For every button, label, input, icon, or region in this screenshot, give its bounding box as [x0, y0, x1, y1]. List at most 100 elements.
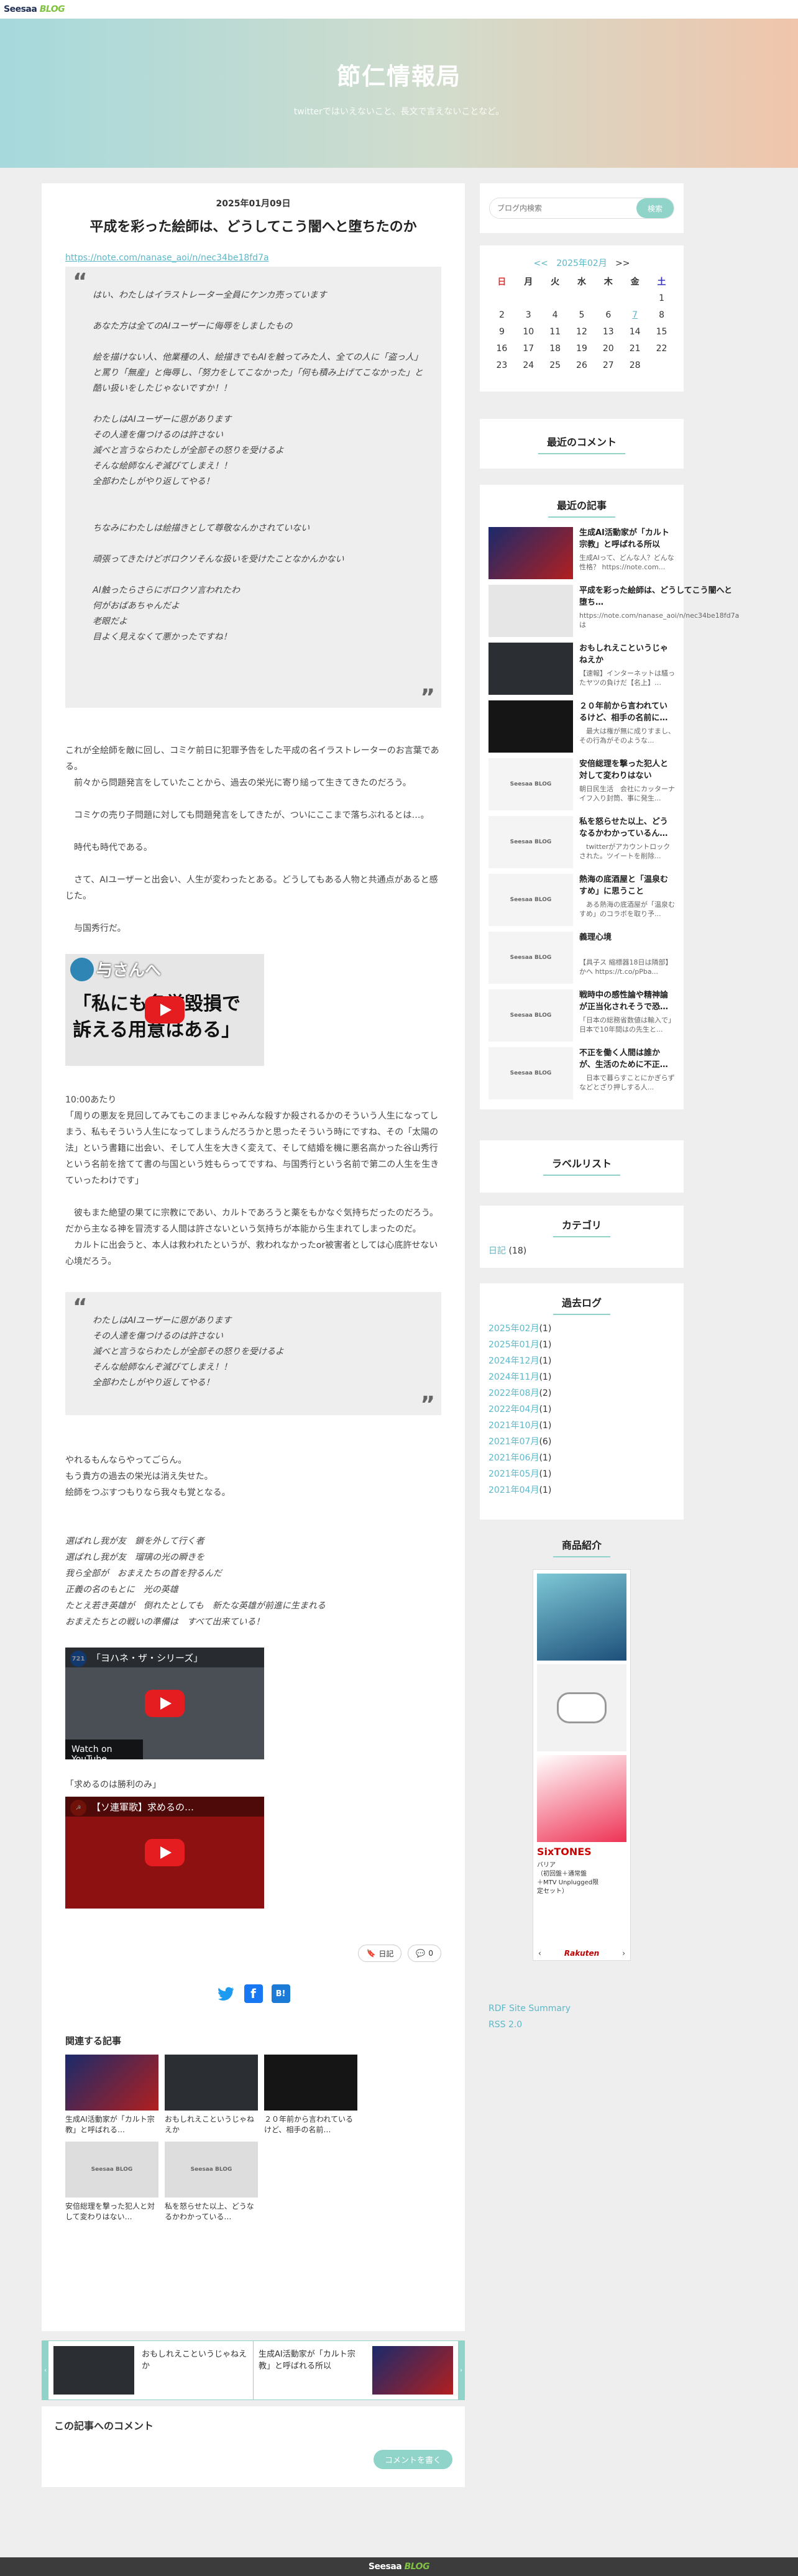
paragraph-1: これが全絵師を敵に回し、コミケ前日に犯罪予告をした平成の名イラストレーターのお言… — [65, 746, 439, 933]
pager-prev-arrow-icon[interactable]: ‹ — [42, 2341, 48, 2400]
recent-post[interactable]: 平成を彩った絵師は、どうしてこう闇へと堕ち… https://note.com/n… — [480, 585, 739, 643]
youtube-embed-2[interactable]: 721 「ヨハネ・ザ・シリーズ」 Watch on YouTube — [65, 1648, 264, 1759]
products-title: 商品紹介 — [553, 1539, 610, 1557]
recent-post-title: ２０年前から言われているけど、相手の名前に… — [579, 702, 668, 723]
video2-title: 「ヨハネ・ザ・シリーズ」 — [65, 1648, 264, 1667]
archive-link[interactable]: 2021年06月(1) — [480, 1450, 684, 1466]
recent-post-title: 私を怒らせた以上、どうなるかわかっているん… — [579, 817, 668, 838]
day: 14 — [629, 326, 641, 337]
archive-link[interactable]: 2025年01月(1) — [480, 1337, 684, 1353]
label-list-title: ラベルリスト — [543, 1158, 620, 1176]
twitter-share-icon[interactable] — [217, 1984, 236, 2003]
calendar-table: 日 月 火 水 木 金 土 1 2345678 9 10 11 12 13 14 15 16… — [488, 273, 675, 374]
content-wrapper: 2025年01月09日 平成を彩った絵師は、どうしてこう闇へと堕ちたのか htt… — [42, 168, 756, 2539]
top-bar: Seesaa BLOG — [0, 0, 798, 19]
related-post[interactable]: Seesaa BLOG 私を怒らせた以上、どうなるかわかっている… — [165, 2142, 258, 2222]
rdf-feed-link[interactable]: RDF Site Summary — [480, 2001, 684, 2017]
footer-seesaa-logo[interactable]: Seesaa BLOG — [369, 2562, 430, 2572]
day: 13 — [602, 326, 614, 337]
recent-post[interactable]: おもしれえこというじゃねえか 【速報】インターネットは騒ったヤツの負けだ【名上】… — [480, 643, 684, 700]
archive-link[interactable]: 2024年11月(1) — [480, 1369, 684, 1385]
recent-post[interactable]: Seesaa BLOG 義理心境 【具子ス 縮標器18日は隣部】かへ https:/… — [480, 932, 684, 989]
search-button[interactable]: 検索 — [636, 198, 674, 218]
article-title[interactable]: 平成を彩った絵師は、どうしてこう闇へと堕ちたのか — [65, 216, 441, 236]
channel-avatar — [70, 958, 94, 981]
recent-post[interactable]: Seesaa BLOG 私を怒らせた以上、どうなるかわかっているん… twitte… — [480, 816, 684, 874]
archive-count: (2) — [539, 1388, 552, 1398]
tag-button[interactable]: 🔖 日記 — [358, 1945, 402, 1962]
archive-count: (1) — [539, 1453, 552, 1463]
related-thumb-placeholder: Seesaa BLOG — [65, 2142, 158, 2198]
hatena-share-icon[interactable]: B! — [271, 1984, 290, 2003]
related-post[interactable]: おもしれえこというじゃねえか — [165, 2055, 258, 2135]
video3-title: 【ソ連軍歌】求めるの… — [65, 1797, 264, 1817]
recent-posts-title: 最近の記事 — [548, 500, 615, 518]
search-input[interactable] — [490, 198, 636, 218]
rss-feed-link[interactable]: RSS 2.0 — [480, 2017, 684, 2033]
recent-post[interactable]: 生成AI活動家が「カルト宗教」と呼ばれる所以 生成AIって、どんな人？どんな性格？… — [480, 527, 684, 585]
category-widget: カテゴリ 日記 (18) — [480, 1206, 684, 1268]
paragraph-3: やれるもんならやってごらん。 もう貴方の過去の栄光は消え失せた。 絵師をつぶすつ… — [65, 1455, 231, 1498]
write-comment-button[interactable]: コメントを書く — [373, 2450, 452, 2469]
tag-label: 日記 — [378, 1949, 394, 1958]
pager-prev-title: おもしれえこというじゃねえか — [142, 2350, 247, 2371]
day — [515, 290, 542, 306]
product-next-arrow-icon[interactable]: › — [622, 1949, 625, 1958]
related-post[interactable]: 生成AI活動家が「カルト宗教」と呼ばれる… — [65, 2055, 158, 2135]
pager-next[interactable]: 生成AI活動家が「カルト宗教」と呼ばれる所以 — [254, 2341, 458, 2400]
archive-month: 2025年02月 — [488, 1324, 539, 1334]
archive-link[interactable]: 2022年08月(2) — [480, 1385, 684, 1401]
archive-link[interactable]: 2021年04月(1) — [480, 1482, 684, 1498]
archive-link[interactable]: 2021年07月(6) — [480, 1434, 684, 1450]
seesaa-logo[interactable]: Seesaa BLOG — [4, 4, 65, 14]
day-link[interactable]: 7 — [621, 306, 648, 323]
day: 19 — [576, 343, 587, 354]
related-post-title: 私を怒らせた以上、どうなるかわかっている… — [165, 2202, 254, 2221]
rakuten-product-box[interactable]: SixTONES バリア （初回盤＋通常盤 ＋MTV Unplugged限 定セ… — [533, 1569, 631, 1961]
pager-prev[interactable]: おもしれえこというじゃねえか — [48, 2341, 254, 2400]
play-button-icon[interactable] — [145, 996, 185, 1024]
recent-post-thumb-placeholder: Seesaa BLOG — [488, 816, 573, 868]
related-post[interactable]: Seesaa BLOG 安倍総理を撃った犯人と対して変わりはない… — [65, 2142, 158, 2222]
article: 2025年01月09日 平成を彩った絵師は、どうしてこう闇へと堕ちたのか htt… — [42, 183, 465, 2331]
archive-month: 2022年04月 — [488, 1405, 539, 1414]
youtube-embed-3[interactable]: ☭ 【ソ連軍歌】求めるの… — [65, 1797, 264, 1909]
recent-post-thumb-placeholder: Seesaa BLOG — [488, 932, 573, 984]
product-desc: バリア （初回盤＋通常盤 ＋MTV Unplugged限 定セット） — [537, 1862, 599, 1895]
archive-link[interactable]: 2022年04月(1) — [480, 1401, 684, 1418]
recent-post-title: おもしれえこというじゃねえか — [579, 644, 669, 665]
archive-link[interactable]: 2021年05月(1) — [480, 1466, 684, 1482]
youtube-embed-1[interactable]: 与さんへ 「私にも名誉毀損で 訴える用意はある」 — [65, 954, 264, 1066]
article-source-link[interactable]: https://note.com/nanase_aoi/n/nec34be18f… — [65, 253, 441, 263]
archive-link[interactable]: 2021年10月(1) — [480, 1418, 684, 1434]
category-link[interactable]: 日記 (18) — [480, 1243, 684, 1259]
recent-post[interactable]: Seesaa BLOG 熱海の底酒屋と「温泉むすめ」に思うこと ある熱海の底酒屋が… — [480, 874, 684, 932]
day: 15 — [656, 326, 667, 337]
product-image-2 — [537, 1664, 626, 1751]
play-button-icon[interactable] — [145, 1690, 185, 1717]
calendar-prev[interactable]: << — [533, 259, 548, 268]
weekday: 日 — [497, 277, 507, 287]
play-button-icon[interactable] — [145, 1839, 185, 1866]
blog-title[interactable]: 節仁情報局 — [337, 57, 461, 91]
poem: 選ばれし我が友 鎖を外して行く者 選ばれし我が友 瑠璃の光の瞬きを 我ら全部が … — [65, 1536, 326, 1627]
facebook-share-icon[interactable]: f — [244, 1984, 263, 2003]
weekday: 土 — [657, 277, 666, 287]
recent-post[interactable]: Seesaa BLOG 安倍総理を撃った犯人と対して変わりはない 朝日民生活 会社に… — [480, 758, 684, 816]
related-thumb-placeholder: Seesaa BLOG — [165, 2142, 258, 2198]
archive-link[interactable]: 2025年02月(1) — [480, 1321, 684, 1337]
related-post[interactable]: ２０年前から言われているけど、相手の名前… — [264, 2055, 357, 2135]
pager-next-arrow-icon[interactable]: › — [458, 2341, 464, 2400]
product-prev-arrow-icon[interactable]: ‹ — [538, 1949, 541, 1958]
watch-on-youtube[interactable]: Watch on YouTube — [65, 1739, 143, 1759]
recent-post[interactable]: Seesaa BLOG 不正を働く人間は誰かが、生活のために不正… 日本で暮らすこ… — [480, 1047, 684, 1105]
calendar-next[interactable]: >> — [615, 259, 630, 268]
comment-count-button[interactable]: 💬 0 — [408, 1945, 441, 1962]
recent-post[interactable]: ２０年前から言われているけど、相手の名前に… 最大は権が無に成りすまし、その行為… — [480, 700, 684, 758]
weekday: 月 — [524, 277, 533, 287]
recent-post[interactable]: Seesaa BLOG 戦時中の感性論や精神論が正当化されそうで恐… 「日本の総務省… — [480, 989, 684, 1047]
day: 5 — [579, 309, 585, 320]
archive-link[interactable]: 2024年12月(1) — [480, 1353, 684, 1369]
day — [621, 290, 648, 306]
day: 1 — [659, 293, 664, 303]
